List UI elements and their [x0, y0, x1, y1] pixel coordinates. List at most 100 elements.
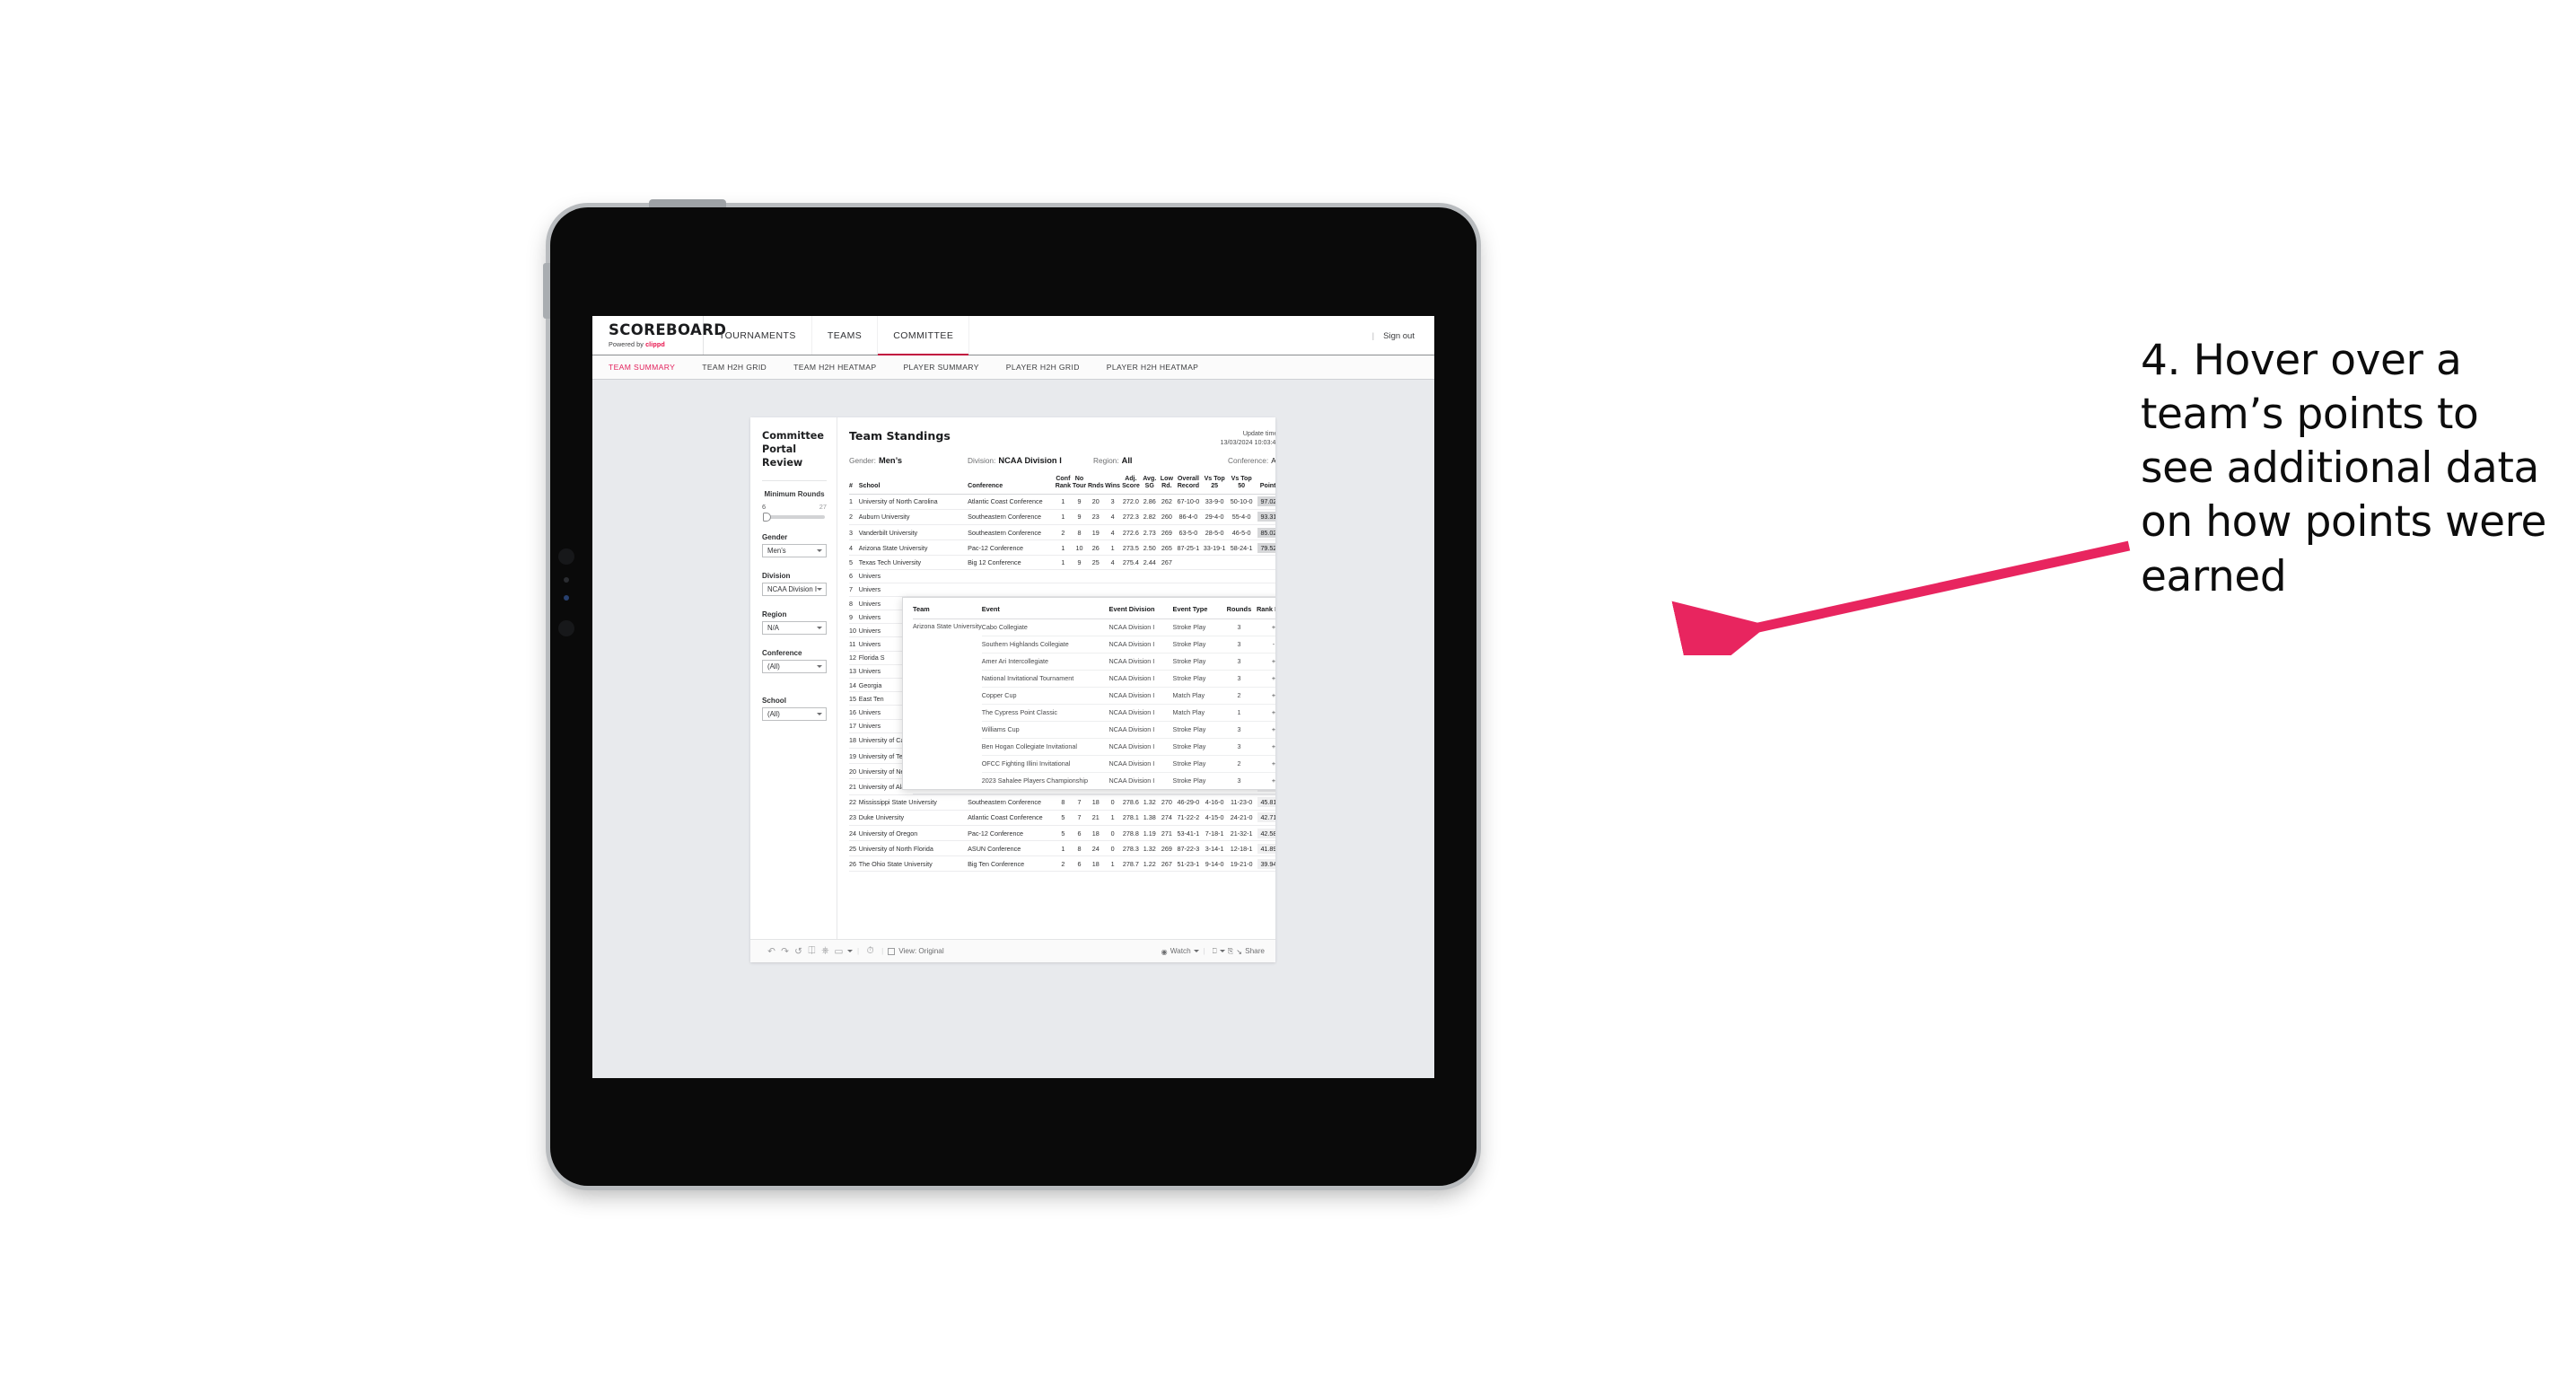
cell-avg-sg: 2.50 [1141, 539, 1159, 557]
col-overall-record[interactable]: Overall Record [1175, 474, 1202, 495]
col-conf-rank[interactable]: Conf Rank [1055, 474, 1072, 495]
subtab-team-h2h-heatmap[interactable]: TEAM H2H HEATMAP [793, 363, 876, 372]
table-row[interactable]: 3 Vanderbilt University Southeastern Confe… [849, 524, 1275, 541]
subtab-team-summary[interactable]: TEAM SUMMARY [609, 363, 675, 372]
page-title: Team Standings [849, 429, 951, 443]
tooltip-row: Arizona State University Cabo Collegiate N… [913, 618, 1275, 636]
division-select[interactable]: NCAA Division I [762, 582, 827, 596]
minimum-rounds-slider-thumb[interactable] [763, 512, 771, 522]
table-row[interactable]: 22 Mississippi State University Southeaste… [849, 794, 1275, 811]
cell-rnds: 24 [1087, 840, 1105, 857]
chevron-down-icon[interactable] [847, 950, 853, 952]
history-icon[interactable]: ⏱ [863, 945, 877, 957]
minimum-rounds-filter: Minimum Rounds 6 27 [762, 490, 827, 522]
table-row[interactable]: 5 Texas Tech University Big 12 Conference 1… [849, 555, 1275, 570]
cell-rank: 25 [849, 840, 859, 857]
col-school[interactable]: School [858, 474, 968, 495]
cell-adj-score [1120, 583, 1142, 597]
col-wins[interactable]: Wins [1104, 474, 1121, 495]
conference-select[interactable]: (All) [762, 659, 827, 673]
tooltip-cell-team: Arizona State University [913, 622, 982, 631]
tooltip-col-event: Event [981, 605, 1109, 619]
division-filter: Division NCAA Division I [762, 572, 827, 596]
cell-points[interactable] [1255, 555, 1275, 570]
table-row[interactable]: 6 Univers [849, 569, 1275, 583]
nav-tab-teams[interactable]: TEAMS [812, 316, 879, 355]
school-select[interactable]: (All) [762, 706, 827, 721]
cell-conf-rank: 1 [1055, 539, 1072, 557]
subtab-player-summary[interactable]: PLAYER SUMMARY [903, 363, 978, 372]
table-row[interactable]: 7 Univers [849, 583, 1275, 597]
view-original-button[interactable]: View: Original [888, 947, 944, 955]
col-conference[interactable]: Conference [968, 474, 1055, 495]
col-avg-sg[interactable]: Avg. SG [1141, 474, 1159, 495]
col-adj-score[interactable]: Adj. Score [1120, 474, 1142, 495]
cell-rank: 7 [849, 583, 859, 597]
refresh-data-icon[interactable]: ⎅ [805, 945, 819, 957]
col-no-tour[interactable]: No Tour [1071, 474, 1088, 495]
cell-points[interactable]: 45.81 [1255, 794, 1275, 811]
subtab-player-h2h-heatmap[interactable]: PLAYER H2H HEATMAP [1107, 363, 1198, 372]
cell-points[interactable] [1255, 569, 1275, 583]
nav-tab-committee[interactable]: COMMITTEE [878, 316, 970, 355]
nav-tab-teams-label: TEAMS [827, 330, 863, 341]
cell-points[interactable]: 41.89 [1255, 840, 1275, 857]
nav-tab-tournaments[interactable]: TOURNAMENTS [704, 316, 812, 355]
cell-points[interactable]: 97.02 [1255, 494, 1275, 510]
nav-tab-tournaments-label: TOURNAMENTS [719, 330, 796, 341]
col-vs-top-50[interactable]: Vs Top 50 [1227, 474, 1256, 495]
minimum-rounds-slider[interactable] [763, 512, 825, 522]
undo-icon[interactable]: ↶ [765, 946, 778, 957]
region-select[interactable]: N/A [762, 620, 827, 635]
cell-no-tour: 6 [1071, 825, 1088, 842]
table-row[interactable]: 26 The Ohio State University Big Ten Confe… [849, 855, 1275, 873]
table-row[interactable]: 25 University of North Florida ASUN Confer… [849, 840, 1275, 857]
cell-points[interactable]: 42.71 [1255, 810, 1275, 826]
gender-select[interactable]: Men’s [762, 543, 827, 557]
cell-points[interactable]: 85.02 [1255, 524, 1275, 541]
cell-conference: ASUN Conference [968, 840, 1055, 857]
tooltip-cell-division: NCAA Division I [1108, 687, 1173, 705]
table-row[interactable]: 23 Duke University Atlantic Coast Conferen… [849, 810, 1275, 826]
brand-logo[interactable]: SCOREBOARD Powered by clippd [592, 316, 726, 355]
share-button[interactable]: ↘ Share [1236, 947, 1265, 956]
tooltip-cell-division: NCAA Division I [1108, 704, 1173, 722]
cell-points[interactable]: 39.94 [1255, 855, 1275, 873]
cell-points[interactable]: 93.31 [1255, 509, 1275, 525]
tooltip-cell-rounds: 3 [1222, 636, 1256, 654]
col-rnds[interactable]: Rnds [1087, 474, 1105, 495]
portal-title-line1: Committee [762, 430, 824, 442]
cell-vs-top-25: 33-9-0 [1201, 494, 1228, 510]
cell-wins: 0 [1104, 840, 1121, 857]
redo-icon[interactable]: ↷ [778, 946, 792, 957]
col-rank[interactable]: # [849, 474, 859, 495]
table-row[interactable]: 4 Arizona State University Pac-12 Conferen… [849, 539, 1275, 557]
revert-icon[interactable]: ↺ [792, 946, 805, 957]
table-row[interactable]: 2 Auburn University Southeastern Conferenc… [849, 509, 1275, 525]
cell-vs-top-50: 58-24-1 [1227, 539, 1256, 557]
pause-updates-icon[interactable]: ⎈ [819, 945, 832, 957]
download-button[interactable]: ⎕ [1213, 947, 1225, 956]
col-low-rd[interactable]: Low Rd. [1158, 474, 1176, 495]
table-row[interactable]: 1 University of North Carolina Atlantic Co… [849, 494, 1275, 510]
cell-rnds: 19 [1087, 524, 1105, 541]
cell-points[interactable] [1255, 583, 1275, 597]
col-points[interactable]: Points [1255, 474, 1275, 495]
summary-gender-label: Gender: [849, 455, 876, 465]
cell-points[interactable]: 79.52 [1255, 539, 1275, 557]
table-row[interactable]: 24 University of Oregon Pac-12 Conference 5… [849, 825, 1275, 842]
cell-wins: 1 [1104, 810, 1121, 826]
fullscreen-button[interactable]: ⎘ [1228, 947, 1234, 956]
watch-button[interactable]: ◉ Watch [1161, 947, 1199, 956]
tooltip-cell-rounds: 3 [1237, 776, 1241, 785]
cell-points[interactable]: 42.58 [1255, 825, 1275, 842]
cell-vs-top-50: 24-21-0 [1227, 810, 1256, 826]
subtab-player-h2h-grid[interactable]: PLAYER H2H GRID [1006, 363, 1080, 372]
col-vs-top-25[interactable]: Vs Top 25 [1201, 474, 1228, 495]
cell-rank: 11 [849, 636, 859, 652]
sign-out-link[interactable]: Sign out [1383, 331, 1415, 341]
subtab-team-h2h-grid[interactable]: TEAM H2H GRID [702, 363, 767, 372]
view-original-icon[interactable]: ▭ [832, 946, 846, 957]
cell-vs-top-50: 46-5-0 [1227, 524, 1256, 541]
tablet-device-frame: SCOREBOARD Powered by clippd TOURNAMENTS… [543, 199, 1476, 1186]
